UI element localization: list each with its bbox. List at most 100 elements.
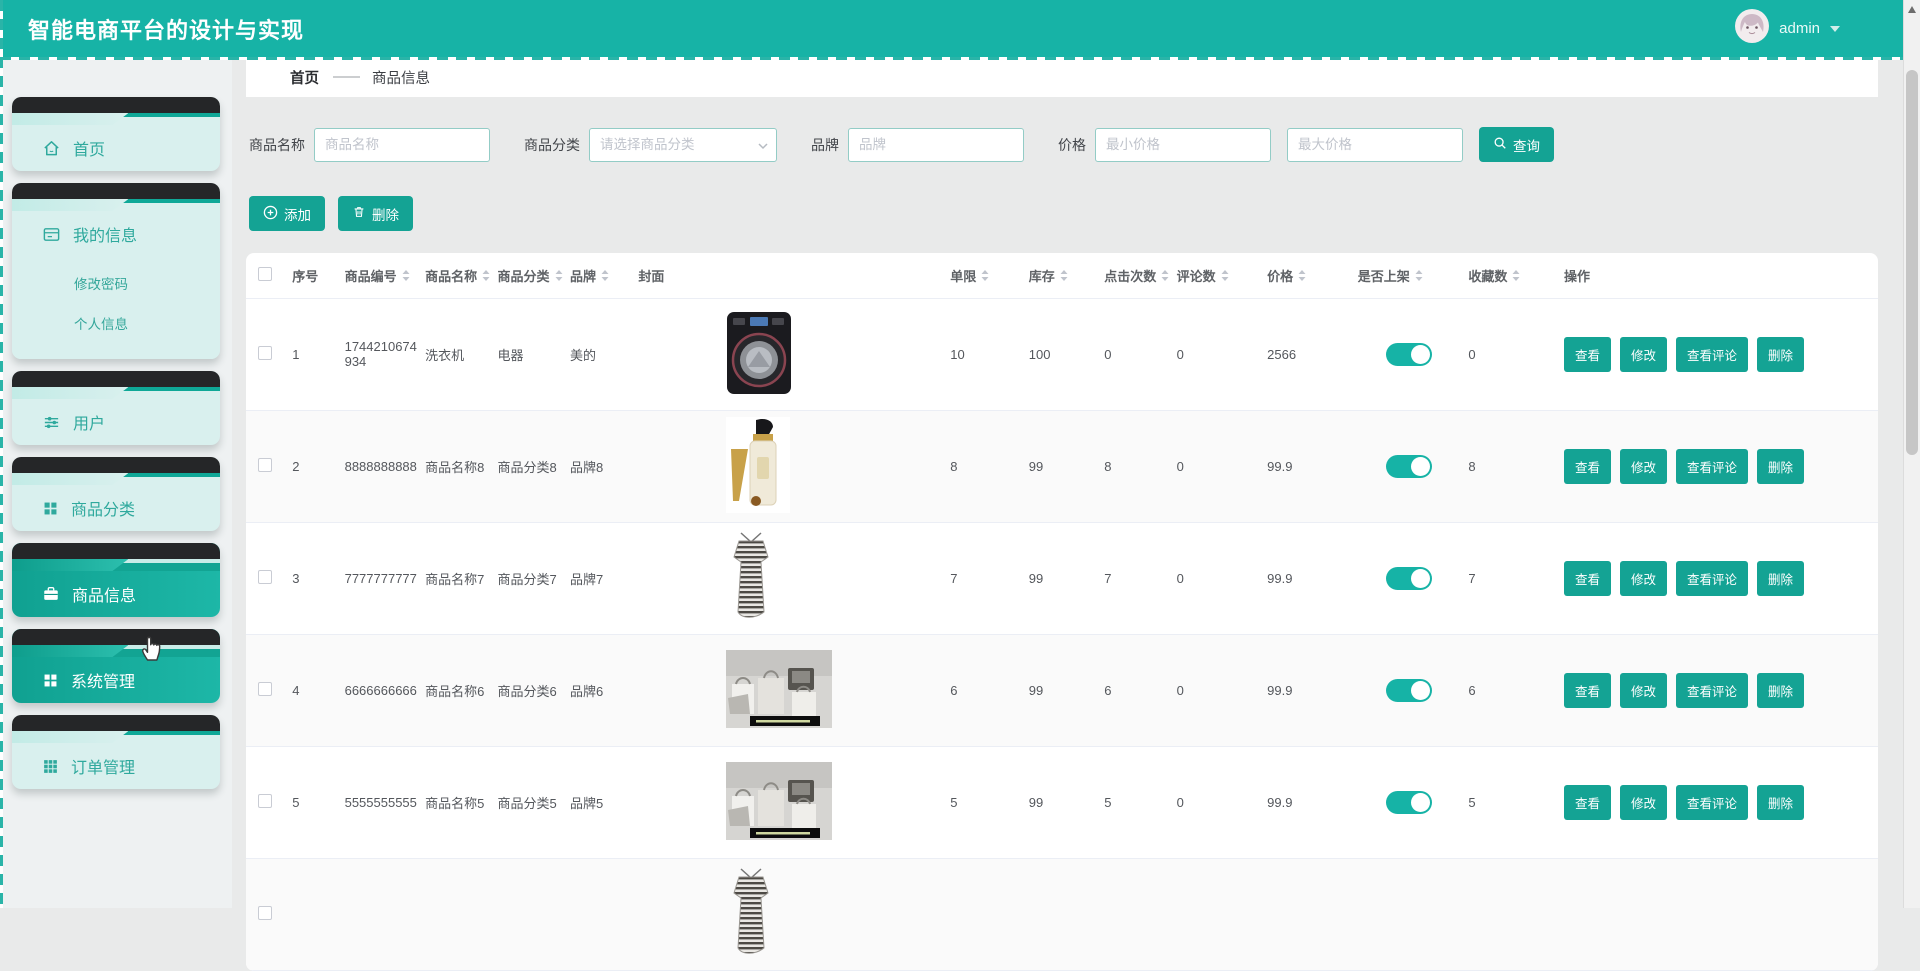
delete-button[interactable]: 删除 [338, 196, 413, 231]
view-comments-button[interactable]: 查看评论 [1676, 561, 1748, 596]
user-menu[interactable]: admin [1735, 0, 1840, 57]
on-shelf-toggle[interactable] [1386, 455, 1432, 478]
sidebar-item-product-category[interactable]: 商品分类 [12, 457, 220, 531]
sort-caret-icon[interactable] [481, 269, 491, 282]
search-form: 商品名称 商品分类 品牌 价格 查询 [249, 127, 1878, 162]
view-button[interactable]: 查看 [1564, 785, 1611, 820]
table-row [246, 858, 1878, 970]
sort-caret-icon[interactable] [554, 269, 564, 282]
on-shelf-toggle[interactable] [1386, 343, 1432, 366]
sidebar-group-my-info[interactable]: 我的信息 修改密码 个人信息 [12, 183, 220, 359]
category-label: 商品分类 [524, 135, 580, 155]
column-header[interactable]: 是否上架 [1358, 253, 1469, 298]
row-delete-button[interactable]: 删除 [1757, 449, 1804, 484]
query-button[interactable]: 查询 [1479, 127, 1554, 162]
breadcrumb-home-link[interactable]: 首页 [290, 67, 319, 88]
view-comments-button[interactable]: 查看评论 [1676, 449, 1748, 484]
sidebar-item-users[interactable]: 用户 [12, 371, 220, 445]
edit-button[interactable]: 修改 [1620, 561, 1667, 596]
view-comments-button[interactable]: 查看评论 [1676, 337, 1748, 372]
breadcrumb-separator: —— [333, 69, 358, 85]
edit-button[interactable]: 修改 [1620, 449, 1667, 484]
page-scrollbar[interactable] [1903, 0, 1920, 908]
app-title: 智能电商平台的设计与实现 [28, 13, 304, 45]
sidebar-item-system-management[interactable]: 系统管理 [12, 629, 220, 703]
sidebar-item-product-info[interactable]: 商品信息 [12, 543, 220, 617]
product-cover-image [726, 311, 792, 398]
row-delete-button[interactable]: 删除 [1757, 785, 1804, 820]
cell-code: 5555555555 [345, 795, 417, 810]
sidebar-subitem-personal-info[interactable]: 个人信息 [12, 303, 220, 343]
cell-code: 7777777777 [345, 571, 417, 586]
sort-caret-icon[interactable] [1297, 269, 1307, 282]
delete-button-label: 删除 [372, 204, 399, 224]
column-header[interactable]: 商品分类 [498, 253, 570, 298]
column-header[interactable]: 价格 [1267, 253, 1358, 298]
sort-caret-icon[interactable] [401, 269, 411, 282]
id-card-icon [42, 225, 61, 244]
row-checkbox[interactable] [258, 346, 272, 360]
cell-price: 99.9 [1267, 459, 1292, 474]
on-shelf-toggle[interactable] [1386, 791, 1432, 814]
avatar[interactable] [1735, 9, 1769, 48]
edit-button[interactable]: 修改 [1620, 785, 1667, 820]
view-button[interactable]: 查看 [1564, 673, 1611, 708]
sort-caret-icon[interactable] [1511, 269, 1521, 282]
brand-input[interactable] [848, 128, 1024, 162]
view-button[interactable]: 查看 [1564, 337, 1611, 372]
sort-caret-icon[interactable] [1059, 269, 1069, 282]
column-header[interactable]: 库存 [1029, 253, 1104, 298]
sort-caret-icon[interactable] [1414, 269, 1424, 282]
on-shelf-toggle[interactable] [1386, 567, 1432, 590]
card-accent [12, 645, 220, 657]
max-price-input[interactable] [1287, 128, 1463, 162]
column-header[interactable]: 商品编号 [345, 253, 425, 298]
card-accent [12, 387, 220, 399]
sidebar-item-home[interactable]: 首页 [12, 97, 220, 171]
scroll-up-arrow-icon[interactable] [1908, 6, 1916, 13]
column-header-label: 商品编号 [345, 266, 397, 285]
column-header[interactable]: 单限 [950, 253, 1028, 298]
cell-price: 99.9 [1267, 795, 1292, 810]
sort-caret-icon[interactable] [600, 269, 610, 282]
sidebar-item-order-management[interactable]: 订单管理 [12, 715, 220, 789]
view-comments-button[interactable]: 查看评论 [1676, 673, 1748, 708]
category-select[interactable] [589, 128, 777, 162]
row-checkbox[interactable] [258, 682, 272, 696]
cell-favorites: 6 [1468, 683, 1475, 698]
column-header[interactable]: 品牌 [570, 253, 638, 298]
sort-caret-icon[interactable] [980, 269, 990, 282]
cell-price: 99.9 [1267, 571, 1292, 586]
select-all-checkbox[interactable] [258, 267, 272, 281]
column-header[interactable]: 点击次数 [1104, 253, 1176, 298]
column-header[interactable]: 评论数 [1177, 253, 1268, 298]
name-label: 商品名称 [249, 135, 305, 155]
edit-button[interactable]: 修改 [1620, 337, 1667, 372]
row-delete-button[interactable]: 删除 [1757, 673, 1804, 708]
sort-caret-icon[interactable] [1220, 269, 1230, 282]
row-checkbox[interactable] [258, 458, 272, 472]
column-header-label: 商品名称 [425, 266, 477, 285]
sidebar-subitem-change-password[interactable]: 修改密码 [12, 263, 220, 303]
min-price-input[interactable] [1095, 128, 1271, 162]
view-button[interactable]: 查看 [1564, 449, 1611, 484]
row-delete-button[interactable]: 删除 [1757, 337, 1804, 372]
column-header-label: 品牌 [570, 266, 596, 285]
view-button[interactable]: 查看 [1564, 561, 1611, 596]
card-top-strip [12, 715, 220, 731]
column-header[interactable]: 收藏数 [1468, 253, 1564, 298]
edit-button[interactable]: 修改 [1620, 673, 1667, 708]
cell-category: 商品分类8 [498, 460, 557, 475]
scrollbar-thumb[interactable] [1906, 70, 1918, 455]
column-header[interactable]: 商品名称 [425, 253, 497, 298]
view-comments-button[interactable]: 查看评论 [1676, 785, 1748, 820]
add-button[interactable]: 添加 [249, 196, 325, 231]
row-checkbox[interactable] [258, 794, 272, 808]
sort-caret-icon[interactable] [1160, 269, 1170, 282]
on-shelf-toggle[interactable] [1386, 679, 1432, 702]
row-delete-button[interactable]: 删除 [1757, 561, 1804, 596]
row-checkbox[interactable] [258, 570, 272, 584]
cell-clicks: 7 [1104, 571, 1111, 586]
product-name-input[interactable] [314, 128, 490, 162]
cell-comments: 0 [1177, 459, 1184, 474]
